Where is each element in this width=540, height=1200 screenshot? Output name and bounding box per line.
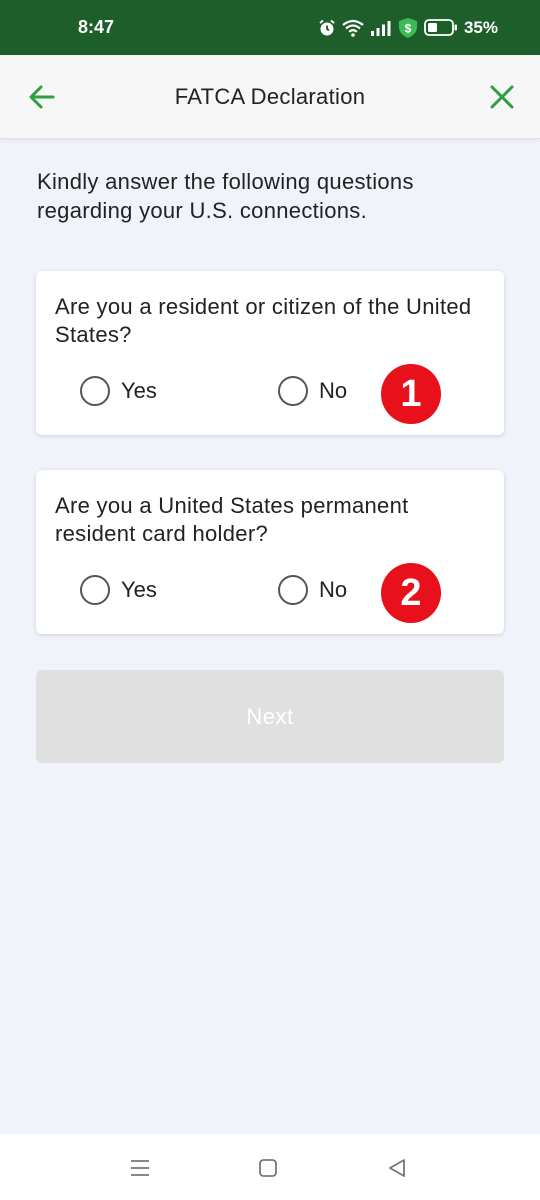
status-icons: $ 35% bbox=[318, 17, 498, 39]
battery-percent: 35% bbox=[463, 17, 498, 37]
radio-no-label: No bbox=[319, 577, 348, 602]
signal-icon bbox=[370, 20, 391, 36]
radio-yes[interactable]: Yes bbox=[80, 376, 157, 406]
close-icon bbox=[490, 85, 514, 109]
menu-icon bbox=[131, 1160, 149, 1176]
system-nav-bar bbox=[0, 1134, 540, 1200]
question-card: Are you a United States permanent reside… bbox=[36, 470, 504, 634]
back-icon bbox=[389, 1159, 405, 1177]
number-badge: 2 bbox=[381, 563, 441, 623]
recent-apps-button[interactable] bbox=[128, 1156, 152, 1180]
radio-no[interactable]: No bbox=[278, 575, 347, 605]
next-button[interactable]: Next bbox=[36, 670, 504, 763]
radio-circle-icon[interactable] bbox=[278, 376, 308, 406]
radio-circle-icon[interactable] bbox=[80, 376, 110, 406]
shield-icon: $ bbox=[398, 17, 417, 38]
radio-yes-label: Yes bbox=[121, 577, 157, 602]
question-text: Are you a resident or citizen of the Uni… bbox=[55, 294, 472, 347]
radio-no[interactable]: No bbox=[278, 376, 347, 406]
status-time: 8:47 bbox=[78, 17, 115, 37]
svg-text:$: $ bbox=[405, 21, 412, 35]
close-button[interactable] bbox=[486, 81, 518, 113]
battery-icon bbox=[424, 19, 457, 36]
home-button[interactable] bbox=[256, 1156, 280, 1180]
wifi-icon bbox=[342, 19, 364, 37]
page-title: FATCA Declaration bbox=[174, 84, 366, 109]
radio-circle-icon[interactable] bbox=[80, 575, 110, 605]
home-icon bbox=[259, 1159, 277, 1177]
number-badge: 1 bbox=[381, 364, 441, 424]
question-card: Are you a resident or citizen of the Uni… bbox=[36, 271, 504, 435]
alarm-icon bbox=[319, 19, 335, 35]
app-bar: FATCA Declaration bbox=[0, 55, 540, 139]
radio-circle-icon[interactable] bbox=[278, 575, 308, 605]
status-bar: 8:47 $ 35% bbox=[0, 0, 540, 55]
radio-no-label: No bbox=[319, 378, 348, 403]
nav-back-button[interactable] bbox=[385, 1156, 409, 1180]
radio-yes[interactable]: Yes bbox=[80, 575, 157, 605]
radio-yes-label: Yes bbox=[121, 378, 157, 403]
question-text: Are you a United States permanent reside… bbox=[55, 493, 409, 546]
intro-text: Kindly answer the following questions re… bbox=[37, 169, 414, 223]
